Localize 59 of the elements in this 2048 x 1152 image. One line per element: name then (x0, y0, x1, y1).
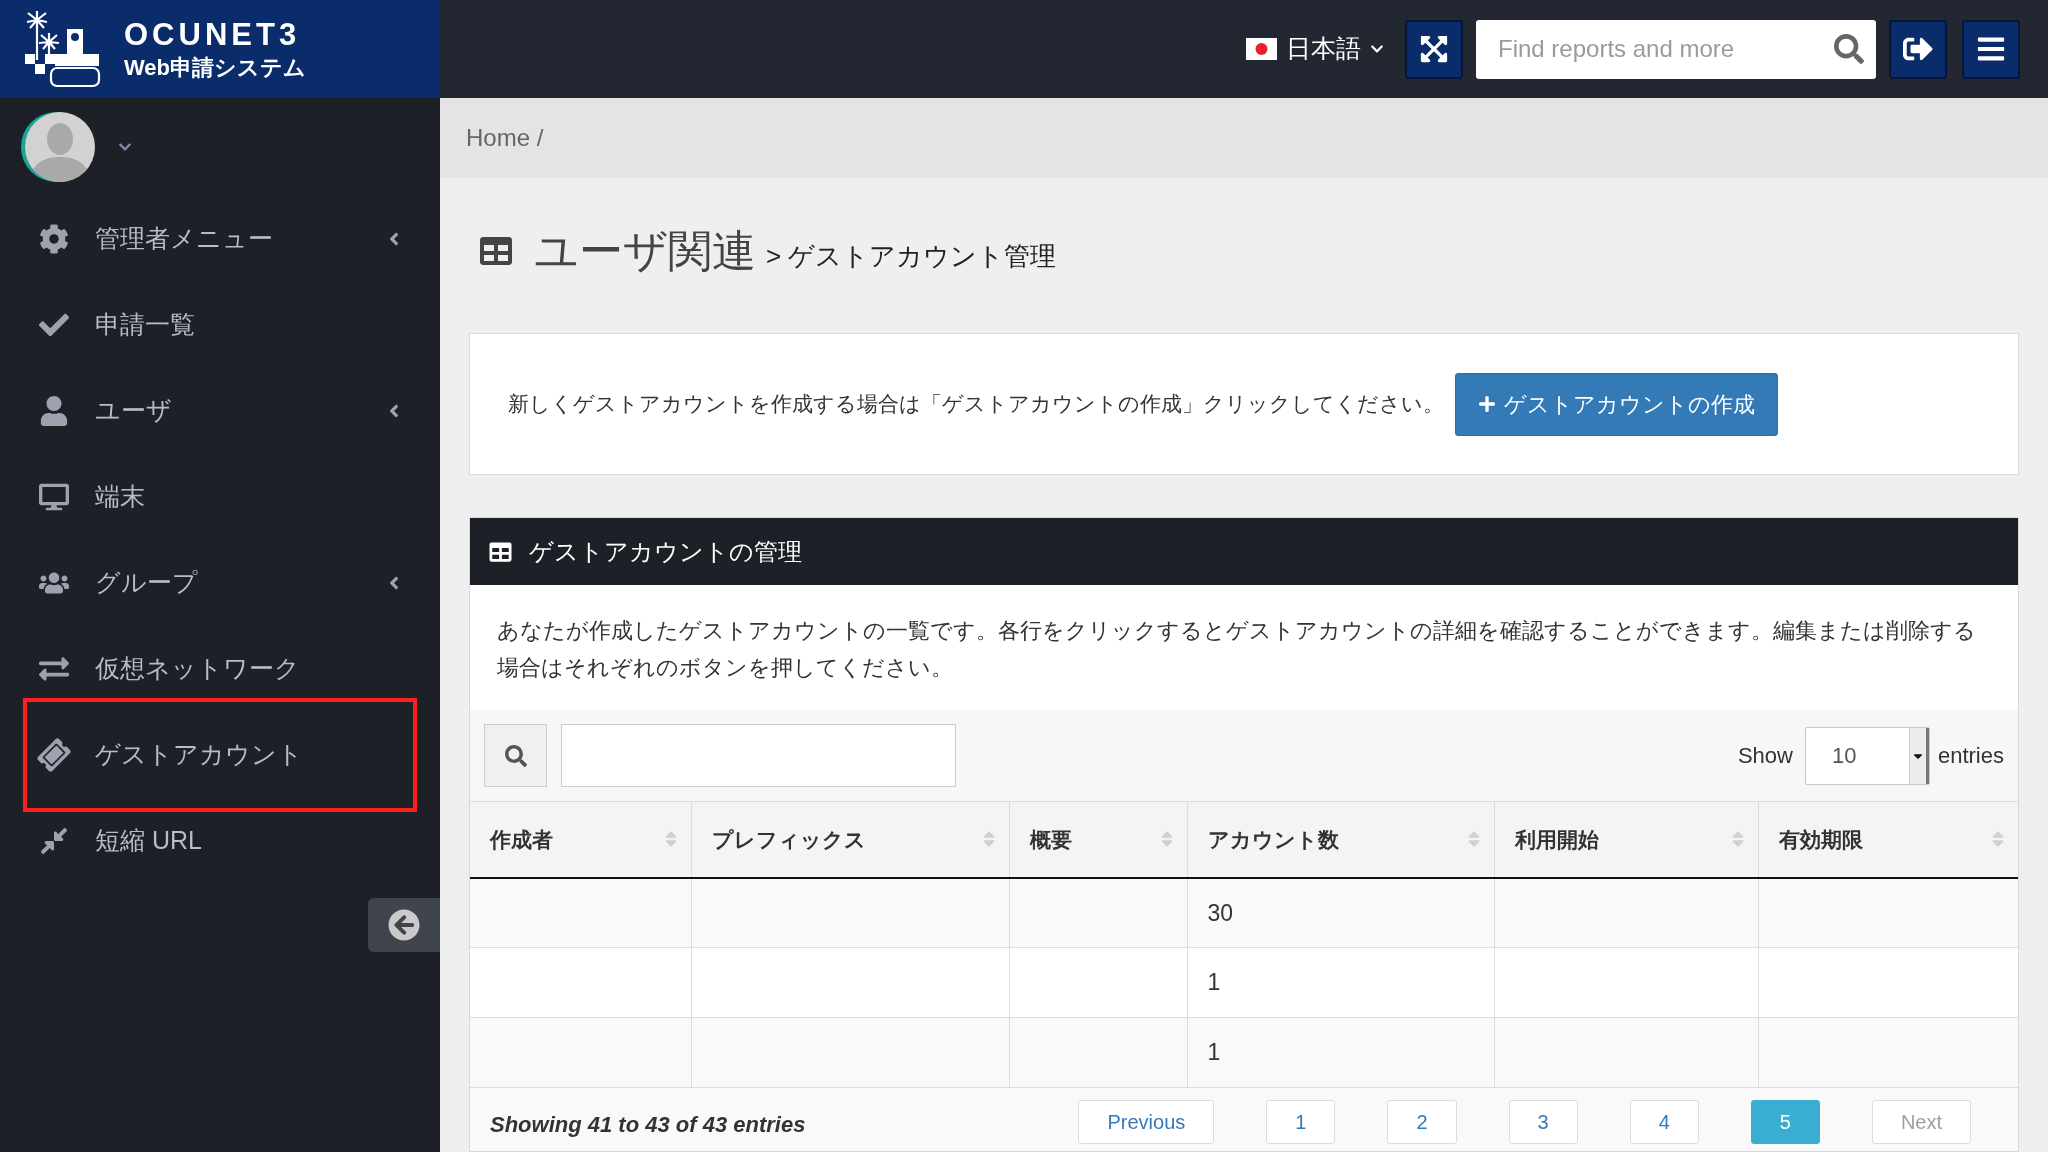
logo-icon (25, 10, 101, 88)
page-title: ユーザ関連 (534, 225, 756, 277)
table-row[interactable]: 1 (470, 1017, 2018, 1088)
search-icon (504, 744, 527, 767)
brand-title: OCUNET3 (124, 19, 302, 50)
create-guest-account-button[interactable]: ゲストアカウントの作成 (1455, 372, 1778, 436)
sidebar-item[interactable]: 管理者メニュー (23, 196, 417, 282)
table-cell: 1 (1207, 1039, 1221, 1066)
column-header[interactable]: 利用開始 (1494, 801, 1758, 878)
panel-description: あなたが作成したゲストアカウントの一覧です。各行をクリックするとゲストアカウントの詳細を確認することができます。編集または削除する場合はそれぞれのボタンを押してください。 (497, 617, 1977, 682)
collapse-sidebar-button[interactable] (368, 898, 440, 952)
language-selector[interactable]: 日本語 (1246, 30, 1384, 68)
pagination-button[interactable]: 2 (1387, 1100, 1457, 1144)
entries-info: Showing 41 to 43 of 43 entries (490, 1111, 806, 1139)
page-subtitle: > ゲストアカウント管理 (766, 239, 1057, 273)
table-icon (488, 540, 513, 563)
sidebar-item[interactable]: 申請一覧 (23, 282, 417, 368)
pagination-button[interactable]: 1 (1266, 1100, 1336, 1144)
gear-icon (39, 224, 69, 254)
user-icon (39, 396, 69, 426)
sidebar-item[interactable]: ゲストアカウント (23, 698, 417, 812)
breadcrumb[interactable]: Home / (466, 120, 544, 156)
table-icon (478, 235, 514, 267)
logout-button[interactable] (1889, 19, 1947, 79)
search-icon (1834, 33, 1864, 64)
search-field[interactable]: Find reports and more (1476, 19, 1876, 79)
panel-title: ゲストアカウントの管理 (529, 536, 802, 567)
show-label: Show (1737, 742, 1793, 770)
expand-icon (1419, 34, 1449, 64)
table-cell: 1 (1207, 969, 1221, 996)
filter-input[interactable] (561, 724, 956, 787)
sidebar-item[interactable]: グループ (23, 540, 417, 626)
avatar-icon (20, 111, 96, 183)
column-header[interactable]: 有効期限 (1758, 801, 2018, 878)
column-header[interactable]: プレフィックス (691, 801, 1009, 878)
pagination-button[interactable]: 3 (1508, 1100, 1578, 1144)
monitor-icon (39, 482, 69, 512)
fullscreen-button[interactable] (1405, 19, 1463, 79)
pagination-button[interactable]: Previous (1078, 1100, 1215, 1144)
arrows-icon (39, 654, 69, 684)
flag-icon (1246, 38, 1277, 60)
notice-text: 新しくゲストアカウントを作成する場合は「ゲストアカウントの作成」クリックしてください。 (508, 391, 1444, 418)
table-cell: 30 (1207, 899, 1234, 926)
page-length-select[interactable]: 10 (1804, 726, 1930, 785)
search-button[interactable] (484, 724, 547, 787)
sidebar-item[interactable]: 端末 (23, 454, 417, 540)
plus-icon (1478, 395, 1496, 413)
entries-label: entries (1937, 742, 2004, 770)
sidebar-item[interactable]: ユーザ (23, 368, 417, 454)
arrow-left-icon (388, 909, 420, 941)
menu-button[interactable] (1962, 19, 2020, 79)
column-header[interactable]: 概要 (1009, 801, 1187, 878)
pagination-button[interactable]: 4 (1629, 1100, 1699, 1144)
brand-subtitle: Web申請システム (124, 57, 307, 79)
table-row[interactable]: 1 (470, 947, 2018, 1018)
compress-icon (39, 826, 69, 856)
table-row[interactable]: 30 (470, 877, 2018, 948)
column-header[interactable]: 作成者 (470, 801, 691, 878)
column-header[interactable]: アカウント数 (1187, 801, 1494, 878)
